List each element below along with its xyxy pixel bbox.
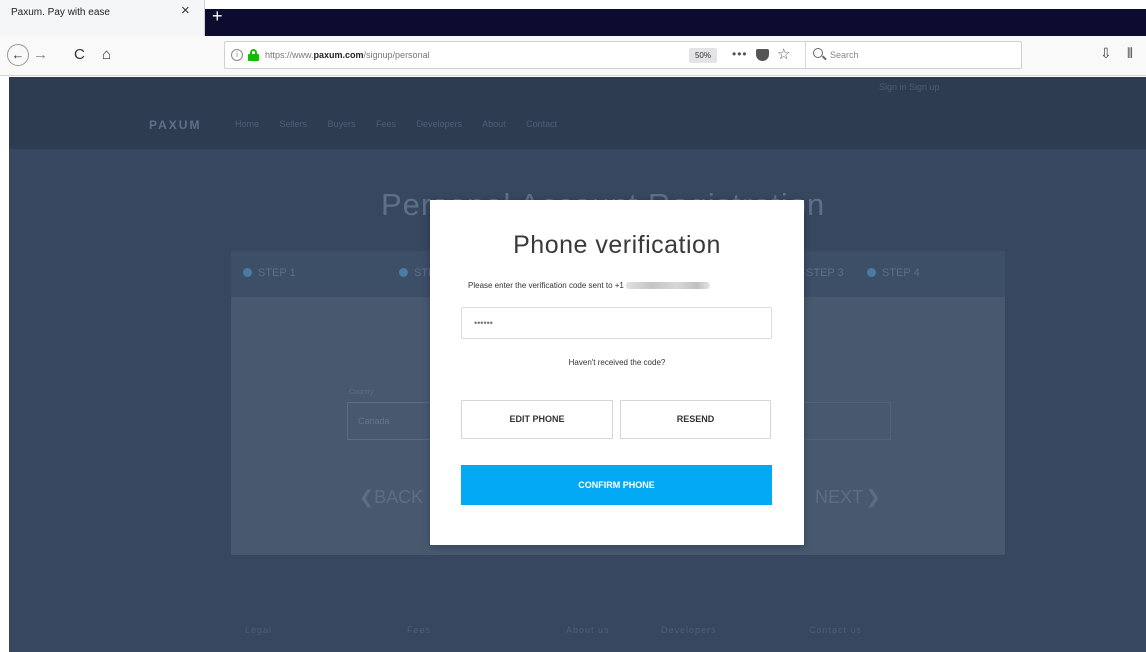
reload-icon[interactable]: C — [74, 45, 85, 65]
modal-title: Phone verification — [513, 231, 721, 259]
bookmark-star-icon[interactable]: ☆ — [777, 45, 790, 63]
new-tab-icon[interactable]: + — [212, 7, 223, 25]
search-placeholder: Search — [830, 50, 859, 60]
redacted-phone-number — [625, 282, 710, 289]
step-item: STEP 1 — [243, 267, 296, 279]
step-dot-icon — [243, 268, 252, 277]
pocket-icon[interactable] — [756, 49, 769, 61]
form-field[interactable] — [801, 402, 891, 440]
download-icon[interactable]: ⇩ — [1100, 45, 1112, 62]
url-domain: paxum.com — [313, 50, 364, 60]
search-box[interactable]: Search — [805, 42, 1022, 68]
step-dot-icon — [399, 268, 408, 277]
footer-link-about[interactable]: About us — [566, 625, 610, 635]
back-label: BACK — [374, 487, 424, 507]
step-label: STEP 1 — [258, 267, 296, 279]
browser-toolbar: ← → C ⌂ i https://www.paxum.com/signup/p… — [0, 36, 1146, 76]
site-header: Sign in Sign up PAXUM Home Sellers Buyer… — [9, 77, 1146, 149]
tab-strip — [205, 9, 1146, 36]
url-text[interactable]: https://www.paxum.com/signup/personal — [265, 50, 430, 60]
country-value: Canada — [358, 416, 390, 426]
prompt-text: Please enter the verification code sent … — [468, 281, 624, 290]
site-info-icon[interactable]: i — [231, 49, 243, 61]
step-label: STEP 3 — [806, 267, 844, 279]
lock-icon[interactable] — [248, 49, 259, 61]
account-links[interactable]: Sign in Sign up — [879, 82, 940, 92]
footer-links: Legal Fees About us Developers Contact u… — [9, 625, 1146, 645]
page-actions-icon[interactable]: ••• — [732, 47, 748, 61]
footer-link-contact[interactable]: Contact us — [809, 625, 862, 635]
confirm-phone-button[interactable]: CONFIRM PHONE — [461, 465, 772, 505]
country-label: Country — [349, 389, 374, 396]
verification-prompt: Please enter the verification code sent … — [468, 281, 710, 290]
chevron-left-icon: ❮ — [359, 487, 375, 507]
browser-tab[interactable]: Paxum. Pay with ease × — [0, 0, 205, 36]
verification-code-input[interactable] — [461, 307, 772, 339]
edit-phone-button[interactable]: EDIT PHONE — [461, 400, 613, 439]
resend-question: Haven't received the code? — [568, 358, 666, 367]
footer-link-fees[interactable]: Fees — [407, 625, 431, 635]
chevron-right-icon: ❯ — [865, 487, 881, 507]
phone-verification-modal: Phone verification Please enter the veri… — [430, 200, 804, 545]
resend-button[interactable]: RESEND — [620, 400, 771, 439]
back-button[interactable]: ❮BACK — [359, 487, 423, 508]
next-label: NEXT — [815, 487, 864, 507]
step-item: STEP 4 — [867, 267, 920, 279]
url-path: /signup/personal — [363, 50, 430, 60]
close-tab-icon[interactable]: × — [181, 3, 190, 18]
forward-icon[interactable]: → — [33, 45, 48, 65]
zoom-level-badge[interactable]: 50% — [689, 48, 717, 63]
site-nav[interactable]: Home Sellers Buyers Fees Developers Abou… — [235, 119, 557, 129]
search-icon — [813, 48, 823, 58]
home-icon[interactable]: ⌂ — [102, 45, 111, 65]
site-logo[interactable]: PAXUM — [149, 118, 201, 132]
library-icon[interactable]: ⫴ — [1127, 45, 1133, 62]
browser-tab-bar: Paxum. Pay with ease × + — [0, 0, 1146, 36]
url-bar[interactable]: i https://www.paxum.com/signup/personal … — [224, 41, 1022, 69]
step-dot-icon — [867, 268, 876, 277]
tab-title: Paxum. Pay with ease — [11, 7, 110, 18]
footer-link-developers[interactable]: Developers — [661, 625, 717, 635]
next-button[interactable]: NEXT ❯ — [815, 487, 881, 508]
url-prefix: https://www. — [265, 50, 314, 60]
back-icon[interactable]: ← — [7, 44, 29, 66]
step-label: STEP 4 — [882, 267, 920, 279]
footer-link-legal[interactable]: Legal — [245, 625, 272, 635]
